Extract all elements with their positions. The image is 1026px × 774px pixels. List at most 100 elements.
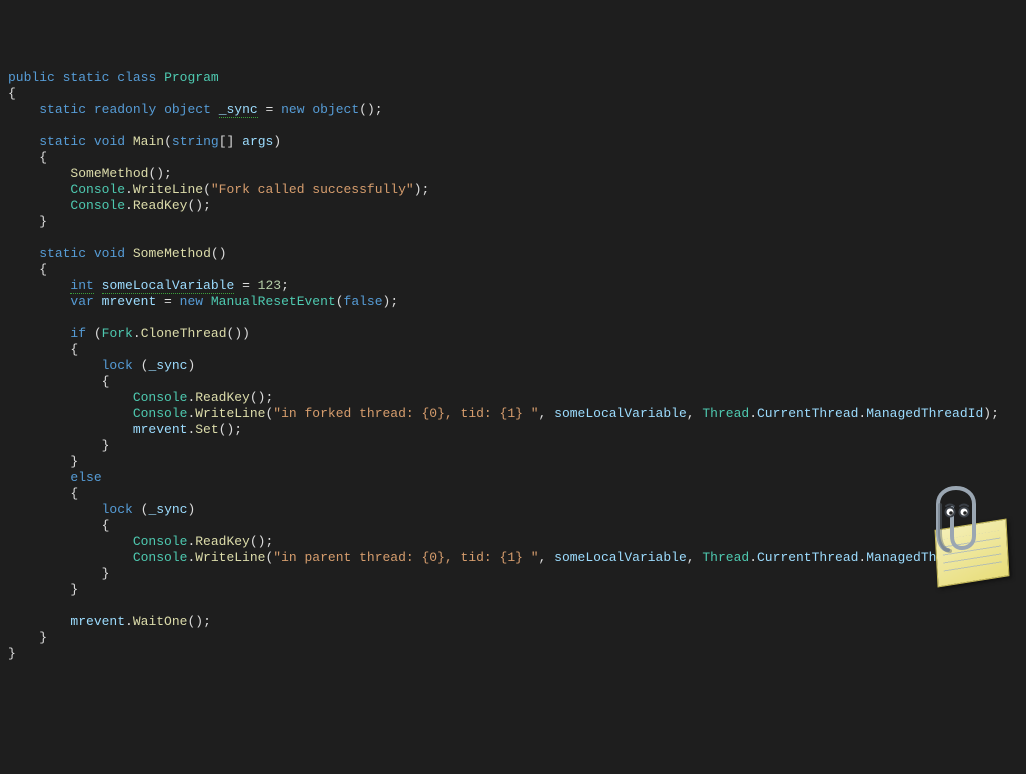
- ref-mrevent: mrevent: [133, 422, 188, 437]
- punc: ;: [234, 422, 242, 437]
- punc: (): [148, 166, 164, 181]
- punc: ;: [265, 534, 273, 549]
- brace: {: [8, 86, 16, 101]
- method-somemethod: SomeMethod: [133, 246, 211, 261]
- method: ReadKey: [195, 390, 250, 405]
- brace: {: [70, 342, 78, 357]
- brace: }: [8, 646, 16, 661]
- method-main: Main: [133, 134, 164, 149]
- method: WriteLine: [133, 182, 203, 197]
- punc: (: [336, 294, 344, 309]
- var-somelocal: someLocalVariable: [102, 278, 235, 294]
- type: Console: [133, 534, 188, 549]
- var-mrevent: mrevent: [102, 294, 157, 309]
- ref-var: someLocalVariable: [554, 550, 687, 565]
- punc: (): [187, 198, 203, 213]
- kw: public: [8, 70, 55, 85]
- type: Console: [70, 182, 125, 197]
- prop: CurrentThread: [757, 406, 858, 421]
- brace: {: [70, 486, 78, 501]
- punc: .: [125, 614, 133, 629]
- punc: .: [133, 326, 141, 341]
- brace: {: [39, 150, 47, 165]
- punc: (): [211, 246, 227, 261]
- punc: (: [164, 134, 172, 149]
- kw-int: int: [70, 278, 93, 294]
- punc: ): [242, 326, 250, 341]
- brace: }: [70, 454, 78, 469]
- punc: ;: [991, 406, 999, 421]
- brace: }: [39, 214, 47, 229]
- method: WriteLine: [195, 406, 265, 421]
- string-literal: "in parent thread: {0}, tid: {1} ": [273, 550, 538, 565]
- kw: void: [94, 246, 125, 261]
- kw: new: [180, 294, 203, 309]
- kw: object: [164, 102, 211, 117]
- punc: ): [414, 182, 422, 197]
- punc: []: [219, 134, 235, 149]
- brace: }: [70, 582, 78, 597]
- clippy-assistant[interactable]: [924, 492, 1014, 582]
- code-editor[interactable]: public static class Program { static rea…: [8, 70, 1026, 662]
- type: Console: [70, 198, 125, 213]
- kw: object: [312, 102, 359, 117]
- prop: CurrentThread: [757, 550, 858, 565]
- prop: ManagedThreadId: [866, 406, 983, 421]
- punc: =: [234, 278, 257, 293]
- type: ManualResetEvent: [211, 294, 336, 309]
- punc: ;: [281, 278, 289, 293]
- kw: static: [63, 70, 110, 85]
- ref-mrevent: mrevent: [70, 614, 125, 629]
- punc: ;: [422, 182, 430, 197]
- punc: =: [156, 294, 179, 309]
- paperclip-icon: [932, 484, 984, 562]
- punc: ): [187, 502, 195, 517]
- punc: .: [125, 182, 133, 197]
- type: Thread: [702, 406, 749, 421]
- punc: (): [250, 390, 266, 405]
- method: ReadKey: [133, 198, 188, 213]
- ref-sync: _sync: [148, 358, 187, 373]
- punc: ,: [687, 550, 703, 565]
- brace: {: [102, 518, 110, 533]
- brace: }: [102, 438, 110, 453]
- kw: void: [94, 134, 125, 149]
- punc: ): [273, 134, 281, 149]
- string-literal: "Fork called successfully": [211, 182, 414, 197]
- punc: (): [227, 326, 243, 341]
- punc: ;: [203, 198, 211, 213]
- kw: static: [39, 134, 86, 149]
- type: Console: [133, 390, 188, 405]
- ref-var: someLocalVariable: [554, 406, 687, 421]
- kw: readonly: [94, 102, 156, 117]
- punc: (): [219, 422, 235, 437]
- string-literal: "in forked thread: {0}, tid: {1} ": [273, 406, 538, 421]
- punc: (: [94, 326, 102, 341]
- kw: class: [117, 70, 156, 85]
- kw: else: [70, 470, 101, 485]
- kw: lock: [102, 358, 133, 373]
- punc: (: [203, 182, 211, 197]
- method: Set: [195, 422, 218, 437]
- kw: new: [281, 102, 304, 117]
- brace: }: [39, 630, 47, 645]
- kw: string: [172, 134, 219, 149]
- punc: .: [749, 550, 757, 565]
- type: Fork: [102, 326, 133, 341]
- punc: (): [359, 102, 375, 117]
- kw: if: [70, 326, 86, 341]
- kw: static: [39, 102, 86, 117]
- punc: ;: [203, 614, 211, 629]
- punc: ,: [687, 406, 703, 421]
- punc: ;: [164, 166, 172, 181]
- type: Console: [133, 406, 188, 421]
- punc: .: [125, 198, 133, 213]
- punc: (): [250, 534, 266, 549]
- kw: static: [39, 246, 86, 261]
- kw: var: [70, 294, 93, 309]
- punc: (): [187, 614, 203, 629]
- brace: {: [39, 262, 47, 277]
- punc: ;: [390, 294, 398, 309]
- method: ReadKey: [195, 534, 250, 549]
- kw: false: [344, 294, 383, 309]
